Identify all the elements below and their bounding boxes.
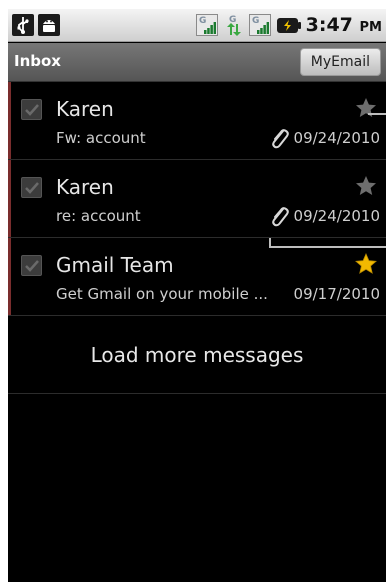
page-title: Inbox — [14, 52, 61, 70]
annotation-line — [269, 246, 386, 248]
status-time: 3:47 PM — [306, 14, 382, 36]
message-date: 09/24/2010 — [293, 207, 380, 225]
unread-indicator — [8, 82, 11, 159]
battery-icon — [276, 14, 302, 36]
time-ampm: PM — [359, 20, 382, 35]
data-transfer-icon: G — [223, 14, 245, 36]
attachment-icon — [272, 129, 289, 149]
select-checkbox[interactable] — [21, 255, 42, 276]
select-checkbox[interactable] — [21, 177, 42, 198]
star-icon[interactable] — [354, 174, 378, 198]
status-bar: G G G 3:47 PM — [8, 9, 386, 42]
signal-icon: G — [249, 14, 271, 36]
signal-icon: G — [196, 14, 218, 36]
phone-screen: G G G 3:47 PM Inbox MyEmail Karen Fw: ac… — [8, 9, 386, 582]
message-sender: Karen — [56, 175, 114, 199]
myemail-button[interactable]: MyEmail — [299, 48, 381, 76]
message-row[interactable]: Karen re: account 09/24/2010 — [8, 160, 386, 238]
star-icon[interactable] — [354, 252, 378, 276]
unread-indicator — [8, 238, 11, 315]
message-date: 09/17/2010 — [293, 285, 380, 303]
message-sender: Gmail Team — [56, 253, 174, 277]
usb-icon — [12, 14, 34, 36]
select-checkbox[interactable] — [21, 99, 42, 120]
message-list: Karen Fw: account 09/24/2010 Karen re: a… — [8, 82, 386, 316]
time-value: 3:47 — [305, 14, 353, 36]
message-subject: Fw: account — [56, 129, 146, 147]
title-bar: Inbox MyEmail — [8, 43, 386, 82]
star-icon[interactable] — [354, 96, 378, 120]
android-debug-icon — [38, 14, 60, 36]
message-row[interactable]: Gmail Team Get Gmail on your mobile ... … — [8, 238, 386, 316]
message-date: 09/24/2010 — [293, 129, 380, 147]
annotation-line — [368, 113, 386, 115]
message-sender: Karen — [56, 97, 114, 121]
message-subject: Get Gmail on your mobile ... — [56, 285, 268, 303]
unread-indicator — [8, 160, 11, 237]
attachment-icon — [272, 207, 289, 227]
load-more-button[interactable]: Load more messages — [8, 316, 386, 394]
message-row[interactable]: Karen Fw: account 09/24/2010 — [8, 82, 386, 160]
message-subject: re: account — [56, 207, 141, 225]
